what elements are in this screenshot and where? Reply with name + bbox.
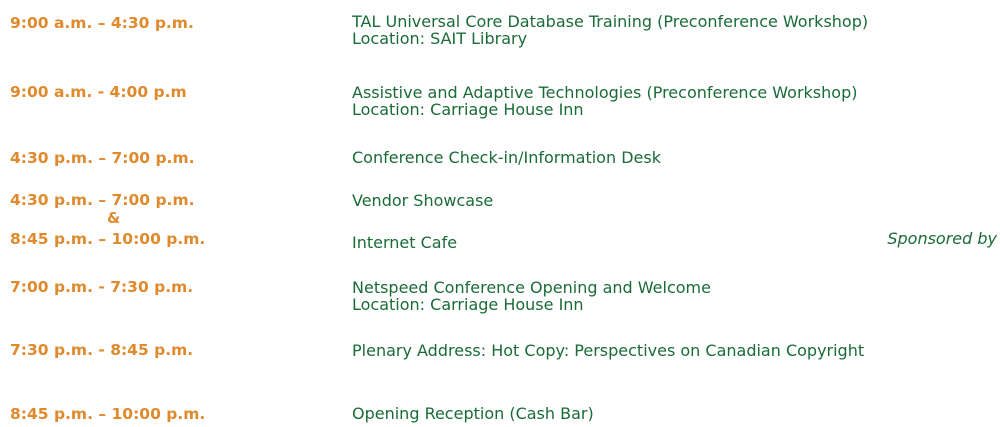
event-title: TAL Universal Core Database Training (Pr…	[352, 12, 869, 31]
time-slot: 8:45 p.m. – 10:00 p.m.	[10, 230, 206, 248]
event-title: Internet Cafe	[352, 233, 458, 252]
event-description: Opening Reception (Cash Bar)	[352, 405, 594, 422]
event-location: Location: Carriage House Inn	[352, 295, 584, 314]
time-slot: 4:30 p.m. – 7:00 p.m.	[10, 191, 195, 209]
event-description: Assistive and Adaptive Technologies (Pre…	[352, 84, 857, 118]
event-location: Location: SAIT Library	[352, 29, 528, 48]
event-description: Conference Check-in/Information Desk	[352, 149, 661, 166]
event-description: Vendor Showcase	[352, 192, 493, 209]
time-slot: 7:30 p.m. - 8:45 p.m.	[10, 341, 194, 359]
event-description: Netspeed Conference Opening and Welcome …	[352, 279, 711, 313]
time-slot: 4:30 p.m. – 7:00 p.m.	[10, 149, 195, 167]
event-title: Plenary Address: Hot Copy: Perspectives …	[352, 341, 865, 360]
event-description: TAL Universal Core Database Training (Pr…	[352, 13, 868, 47]
event-title: Vendor Showcase	[352, 191, 494, 210]
event-description: Plenary Address: Hot Copy: Perspectives …	[352, 342, 864, 359]
time-slot: 9:00 a.m. - 4:00 p.m	[10, 83, 187, 101]
sponsored-by-note: Sponsored by	[887, 229, 997, 248]
event-title: Opening Reception (Cash Bar)	[352, 404, 594, 423]
time-slot: 7:00 p.m. - 7:30 p.m.	[10, 278, 194, 296]
event-location: Location: Carriage House Inn	[352, 100, 584, 119]
event-description: Internet Cafe	[352, 234, 457, 251]
event-title: Assistive and Adaptive Technologies (Pre…	[352, 83, 858, 102]
event-title: Conference Check-in/Information Desk	[352, 148, 661, 167]
time-slot: 8:45 p.m. – 10:00 p.m.	[10, 405, 206, 423]
ampersand-connector: &	[107, 209, 121, 227]
event-title: Netspeed Conference Opening and Welcome	[352, 278, 711, 297]
time-slot: 9:00 a.m. – 4:30 p.m.	[10, 14, 194, 32]
